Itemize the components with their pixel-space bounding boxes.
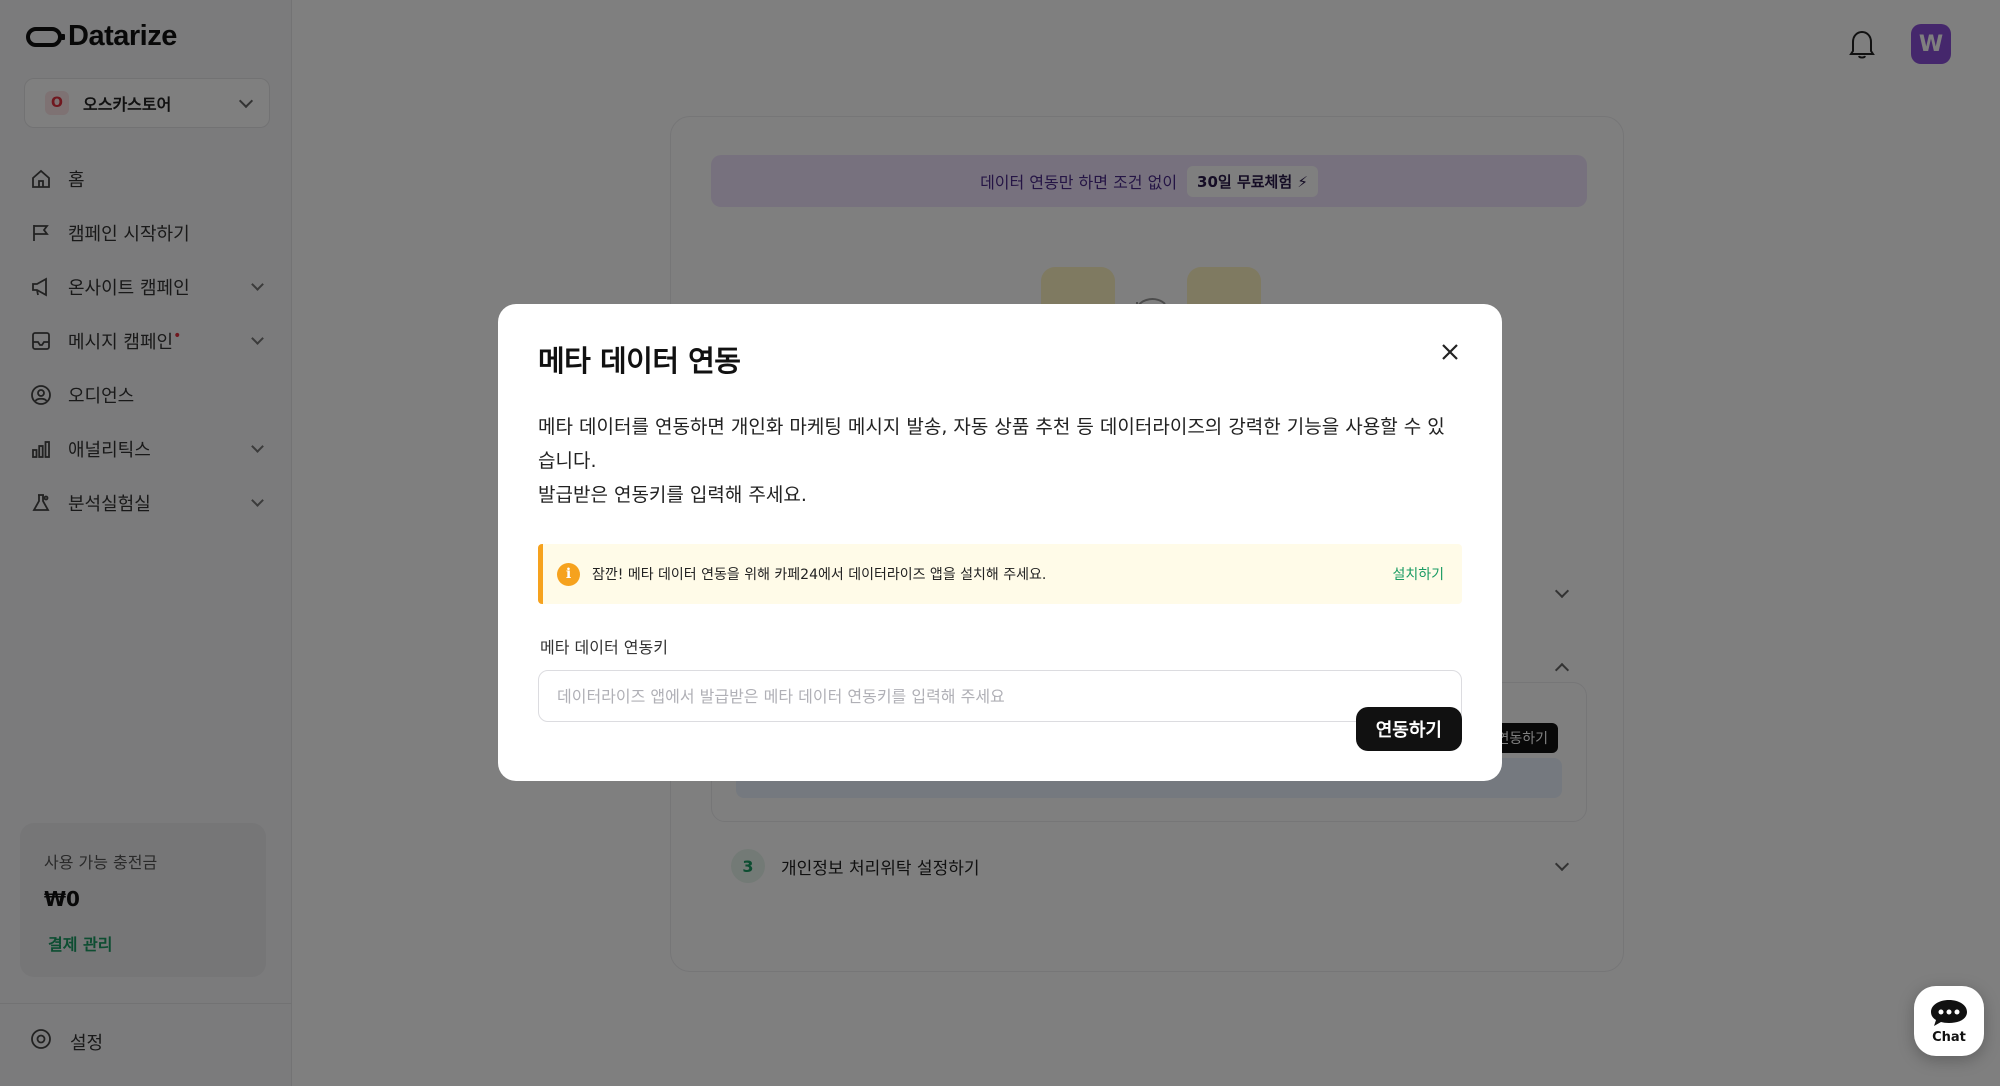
meta-data-integration-modal: 메타 데이터 연동 메타 데이터를 연동하면 개인화 마케팅 메시지 발송, 자… bbox=[498, 304, 1502, 781]
chat-button[interactable]: Chat bbox=[1914, 986, 1984, 1056]
warning-alert: i 잠깐! 메타 데이터 연동을 위해 카페24에서 데이터라이즈 앱을 설치해… bbox=[538, 544, 1462, 604]
install-link[interactable]: 설치하기 bbox=[1392, 564, 1444, 584]
connect-button[interactable]: 연동하기 bbox=[1355, 707, 1462, 751]
app-root: Datarize O 오스카스토어 홈 캠페인 시작하기 bbox=[0, 0, 2000, 1086]
modal-description: 메타 데이터를 연동하면 개인화 마케팅 메시지 발송, 자동 상품 추천 등 … bbox=[538, 416, 1445, 506]
modal-title: 메타 데이터 연동 bbox=[538, 344, 741, 378]
close-button[interactable] bbox=[1436, 338, 1464, 366]
chat-bubble-icon bbox=[1931, 999, 1967, 1026]
close-icon bbox=[1442, 344, 1458, 360]
field-label: 메타 데이터 연동키 bbox=[540, 638, 668, 657]
info-icon: i bbox=[557, 562, 580, 586]
alert-text: 잠깐! 메타 데이터 연동을 위해 카페24에서 데이터라이즈 앱을 설치해 주… bbox=[592, 567, 1047, 583]
chat-label: Chat bbox=[1932, 1029, 1966, 1045]
integration-key-input[interactable] bbox=[538, 670, 1462, 722]
